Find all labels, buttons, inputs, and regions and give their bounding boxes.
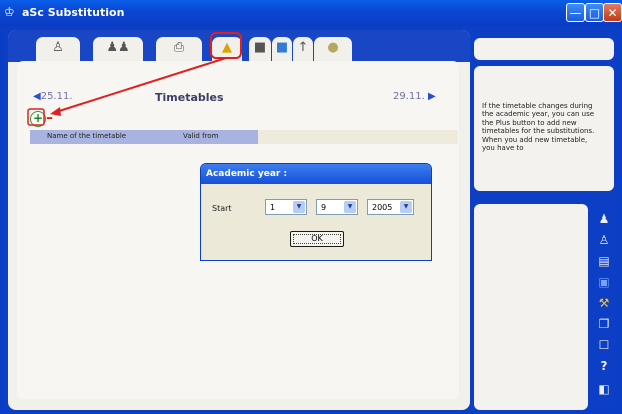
highlight-box <box>210 32 242 59</box>
annotation-overlay <box>27 32 242 126</box>
annotation-arrowhead <box>50 107 61 116</box>
annotation-arrow <box>55 57 227 113</box>
plus-highlight <box>27 108 45 126</box>
